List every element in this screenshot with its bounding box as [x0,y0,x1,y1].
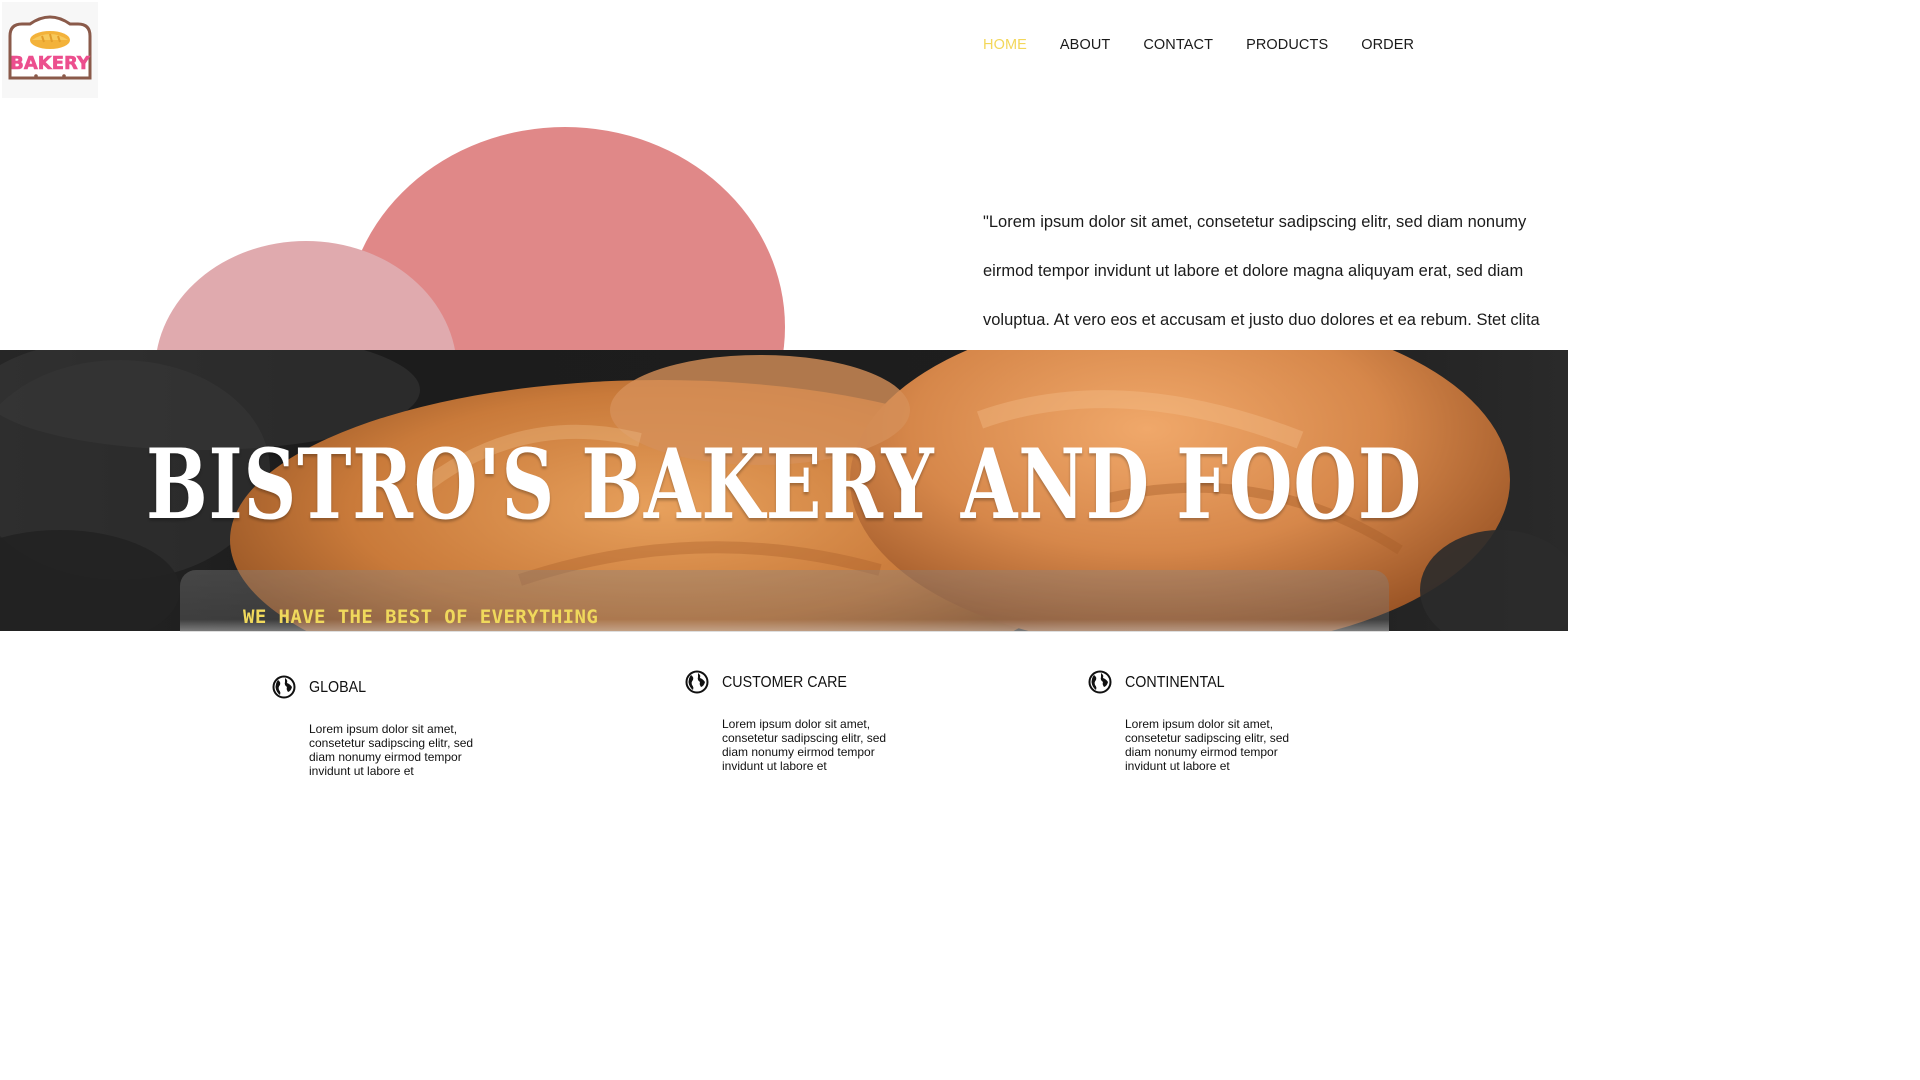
feature-title: CONTINENTAL [1125,674,1225,691]
main-nav: HOME ABOUT CONTACT PRODUCTS ORDER [983,36,1447,54]
globe-icon [685,670,709,694]
hero-title: BISTRO'S BAKERY AND FOOD [145,426,1422,542]
nav-home[interactable]: HOME [983,36,1027,54]
feature-title: CUSTOMER CARE [722,674,847,691]
feature-text: Lorem ipsum dolor sit amet, consetetur s… [1125,717,1290,773]
globe-icon [272,675,296,699]
nav-products[interactable]: PRODUCTS [1246,36,1328,54]
logo-text: BAKERY [10,53,91,74]
nav-contact[interactable]: CONTACT [1143,36,1213,54]
feature-text: Lorem ipsum dolor sit amet, consetetur s… [309,722,474,778]
nav-order[interactable]: ORDER [1361,36,1414,54]
bakery-logo[interactable]: BAKERY [2,2,98,98]
page: BAKERY HOME ABOUT CONTACT PRODUCTS ORDER… [0,0,1568,880]
intro-paragraph: "Lorem ipsum dolor sit amet, consetetur … [983,212,1540,329]
bakery-logo-icon: BAKERY [2,2,98,98]
feature-text: Lorem ipsum dolor sit amet, consetetur s… [722,717,887,773]
nav-about[interactable]: ABOUT [1060,36,1110,54]
hero-tagline: WE HAVE THE BEST OF EVERYTHING [243,606,599,628]
feature-title: GLOBAL [309,679,367,696]
globe-icon [1088,670,1112,694]
